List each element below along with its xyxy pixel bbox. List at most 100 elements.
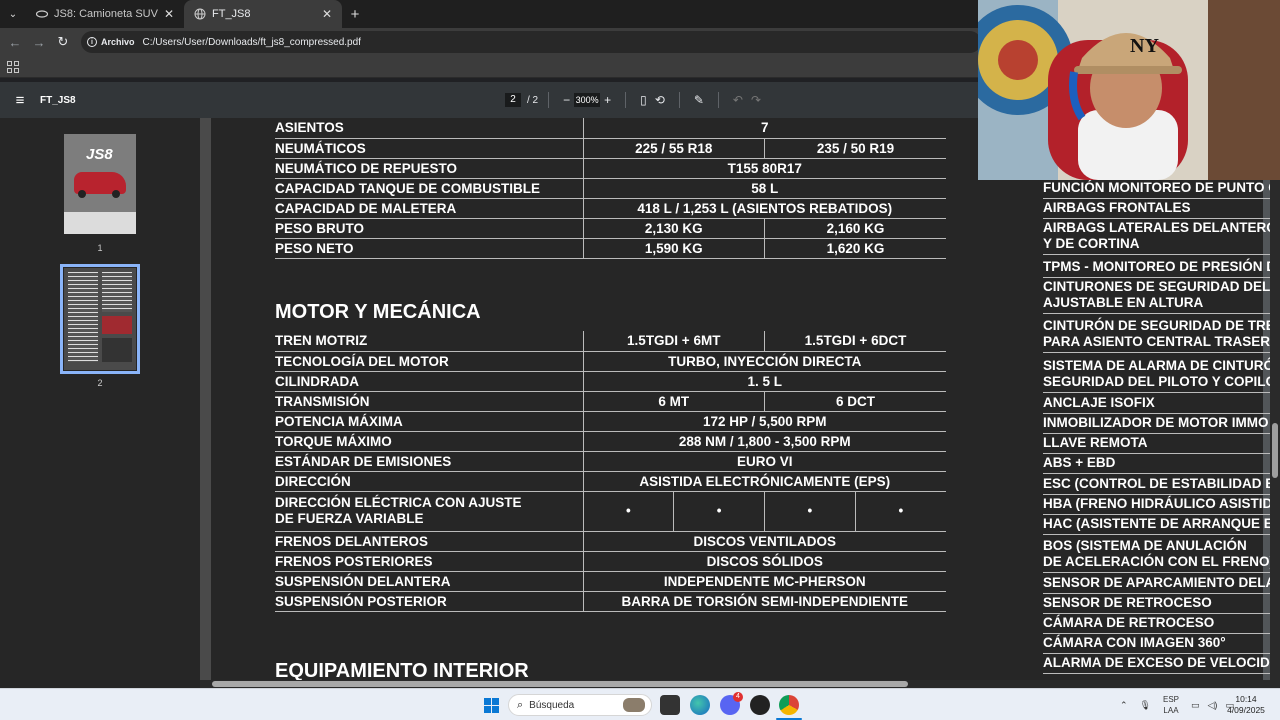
zoom-in-icon[interactable]: + [604,93,611,107]
spec-value: • [583,491,675,532]
fit-page-icon[interactable]: ▯ [640,93,647,107]
task-view-icon[interactable] [660,695,680,715]
spec-value: DISCOS VENTILADOS [583,531,946,552]
spec-value: 418 L / 1,253 L (ASIENTOS REBATIDOS) [583,198,946,219]
pdf-page: ASIENTOS 7 NEUMÁTICOS 225 / 55 R18 235 / 50 … [211,118,1270,680]
page-number-input[interactable]: 2 [505,93,521,107]
feature-divider [1043,453,1270,454]
annotate-icon[interactable]: ✎ [694,93,704,107]
feature-divider [1043,534,1270,535]
language-indicator[interactable]: ESP LAA [1163,694,1179,716]
spec-row: TRANSMISIÓN 6 MT 6 DCT [275,391,946,412]
spec-row: FRENOS POSTERIORES DISCOS SÓLIDOS [275,551,946,572]
spec-value: 235 / 50 R19 [764,138,946,159]
spec-value: 1.5TGDI + 6DCT [764,331,946,352]
new-tab-button[interactable]: + [342,0,368,28]
spec-row: SUSPENSIÓN DELANTERA INDEPENDENTE MC-PHER… [275,571,946,592]
section-title-motor: MOTOR Y MECÁNICA [275,301,481,323]
feature-item: CINTURÓN DE SEGURIDAD DE TRES PARA ASIEN… [1043,318,1270,349]
spec-label: CAPACIDAD TANQUE DE COMBUSTIBLE [275,178,584,199]
spec-row: ASIENTOS 7 [275,118,946,139]
spec-label: TRANSMISIÓN [275,391,584,412]
globe-icon [194,8,206,20]
horizontal-scrollbar[interactable] [200,680,1280,688]
vertical-scrollbar[interactable] [1270,118,1280,680]
feature-divider [1043,673,1270,674]
search-placeholder: Búsqueda [529,699,575,711]
spec-label: PESO BRUTO [275,218,584,239]
obs-icon[interactable] [750,695,770,715]
feature-item: BOS (SISTEMA DE ANULACIÓN DE ACELERACIÓN… [1043,538,1270,569]
spec-row: SUSPENSIÓN POSTERIOR BARRA DE TORSIÓN SEM… [275,591,946,612]
spec-label: NEUMÁTICO DE REPUESTO [275,158,584,179]
spec-value: • [673,491,765,532]
undo-icon[interactable]: ↶ [733,93,743,107]
spec-row: ESTÁNDAR DE EMISIONES EURO VI [275,451,946,472]
feature-item: HBA (FRENO HIDRÁULICO ASISTIDO [1043,496,1270,511]
back-arrow-icon[interactable]: ← [3,30,27,54]
menu-icon[interactable]: ≡ [0,92,40,109]
spec-label: POTENCIA MÁXIMA [275,411,584,432]
close-tab-icon[interactable]: ✕ [322,7,332,21]
spec-label: SUSPENSIÓN DELANTERA [275,571,584,592]
tab-js8-website[interactable]: JS8: Camioneta SUV con 3 Filas ✕ [26,0,184,28]
spec-label: TORQUE MÁXIMO [275,431,584,452]
feature-item: CÁMARA DE RETROCESO [1043,615,1215,630]
feature-divider [1043,633,1270,634]
clock[interactable]: 10:14 4/09/2025 [1220,694,1272,716]
taskbar-search[interactable]: ⌕ Búsqueda [508,694,652,716]
feature-item: TPMS - MONITOREO DE PRESIÓN D [1043,259,1270,274]
zoom-input[interactable]: 300% [574,93,601,107]
volume-icon[interactable]: ◁) [1208,700,1218,711]
spec-label: TREN MOTRIZ [275,331,584,352]
scroll-thumb[interactable] [1272,423,1278,478]
spec-value: 1,590 KG [583,238,765,259]
edge-browser-icon[interactable] [690,695,710,715]
zoom-out-icon[interactable]: − [563,93,570,107]
microphone-icon[interactable]: 🎙 [1140,700,1151,711]
discord-icon[interactable]: 4 [720,692,743,715]
spec-value: ASISTIDA ELECTRÓNICAMENTE (EPS) [583,471,946,492]
spec-label: DIRECCIÓN ELÉCTRICA CON AJUSTE DE FUERZA… [275,491,584,532]
feature-item: AIRBAGS LATERALES DELANTEROS Y DE CORTIN… [1043,220,1270,251]
spec-value: 1.5TGDI + 6MT [583,331,765,352]
tab-search-button[interactable]: ⌄ [0,0,26,28]
tab-title: FT_JS8 [212,8,251,20]
pdf-controls: 2 / 2 − 300% + ▯ ⟲ ✎ ↶ ↷ [505,82,765,118]
spec-value: 2,130 KG [583,218,765,239]
spec-row: POTENCIA MÁXIMA 172 HP / 5,500 RPM [275,411,946,432]
reload-icon[interactable]: ↻ [51,30,75,54]
spec-value: TURBO, INYECCIÓN DIRECTA [583,351,946,372]
page-thumbnail-1[interactable]: JS8 [64,134,136,234]
thumbnail-number: 1 [97,243,103,253]
site-info-chip[interactable]: i Archivo [87,37,143,47]
tab-ft-js8[interactable]: FT_JS8 ✕ [184,0,342,28]
spec-value: 1,620 KG [764,238,946,259]
network-icon[interactable]: ▭ [1191,700,1200,711]
apps-grid-icon[interactable] [7,61,19,73]
chrome-browser-icon[interactable] [779,695,799,715]
chevron-up-icon[interactable]: ⌃ [1120,700,1128,711]
pdf-viewport[interactable]: ASIENTOS 7 NEUMÁTICOS 225 / 55 R18 235 / 50 … [200,118,1270,680]
search-icon: ⌕ [517,698,524,711]
spec-value: 6 MT [583,391,765,412]
forward-arrow-icon[interactable]: → [27,30,51,54]
redo-icon[interactable]: ↷ [751,93,761,107]
feature-divider [1043,593,1270,594]
feature-item: SISTEMA DE ALARMA DE CINTURÓN SEGURIDAD … [1043,358,1270,389]
spec-label: FRENOS DELANTEROS [275,531,584,552]
feature-item: ALARMA DE EXCESO DE VELOCIDAI [1043,655,1270,670]
omnibox[interactable]: i Archivo C:/Users/User/Downloads/ft_js8_… [81,31,981,53]
spec-value: BARRA DE TORSIÓN SEMI-INDEPENDIENTE [583,591,946,612]
feature-divider [1043,254,1270,255]
spec-row: TREN MOTRIZ 1.5TGDI + 6MT 1.5TGDI + 6DCT [275,331,946,352]
spec-value: 7 [583,118,946,139]
rotate-icon[interactable]: ⟲ [655,93,665,107]
windows-start-icon[interactable] [484,698,499,713]
spec-value: 172 HP / 5,500 RPM [583,411,946,432]
url-text: C:/Users/User/Downloads/ft_js8_compresse… [142,36,361,48]
scroll-thumb[interactable] [212,681,908,687]
spec-value: 1. 5 L [583,371,946,392]
close-tab-icon[interactable]: ✕ [164,7,174,21]
page-thumbnail-2[interactable] [60,264,140,374]
